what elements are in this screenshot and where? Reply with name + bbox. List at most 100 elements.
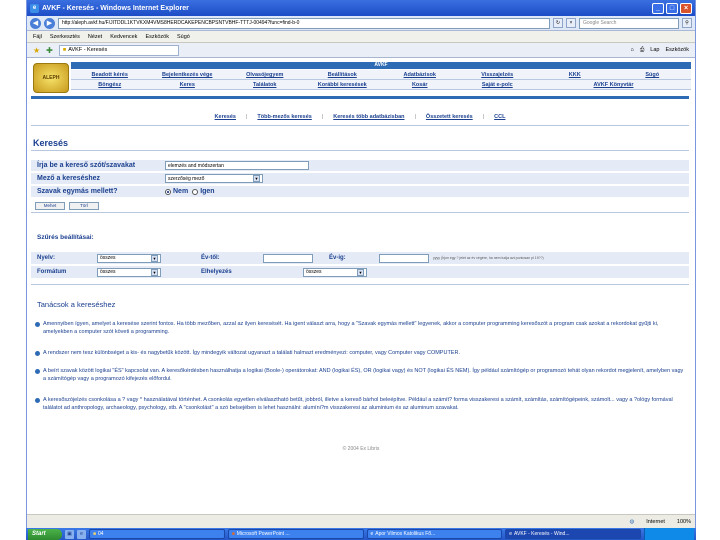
menu-item-file[interactable]: Fájl — [33, 34, 42, 40]
filters-title: Szűrés beállításai: — [37, 234, 94, 241]
field-value: szerzőség mező — [168, 175, 205, 182]
address-url: http://aleph.avkf.hu/F/JITDDL1KTVKXM4VMS… — [62, 20, 300, 26]
quicklaunch-icon[interactable]: ▣ — [65, 529, 74, 539]
tip-item: Amennyiben ígyen, amelyet a keresése sze… — [35, 320, 685, 336]
aleph-logo[interactable]: ALEPH — [33, 63, 69, 93]
form-divider — [31, 212, 689, 213]
year-to-input[interactable] — [379, 253, 429, 263]
language-select[interactable]: összes ▼ — [97, 253, 161, 263]
nav-talalatok[interactable]: Találatok — [226, 80, 304, 90]
format-select[interactable]: összes ▼ — [97, 267, 161, 277]
zoom-level[interactable]: 100% — [677, 519, 691, 525]
nav-beadott-keres[interactable]: Beadott kérés — [71, 70, 149, 80]
adjacent-no-label: Nem — [173, 188, 189, 195]
nav-sugo[interactable]: Súgó — [613, 70, 691, 80]
field-row: Mező a kereséshez szerzőség mező ▼ — [31, 173, 689, 184]
page-title: Keresés — [33, 138, 69, 148]
nav-visszajelzes[interactable]: Visszajelzés — [458, 70, 536, 80]
tip-text: A rendszer nem tesz különbséget a kis- é… — [43, 350, 460, 356]
banner-divider — [31, 96, 689, 99]
tips-title: Tanácsok a kereséshez — [37, 300, 116, 309]
search-icon[interactable]: ⚲ — [682, 18, 692, 28]
taskbar-item-apor[interactable]: e Apor Vilmos Katolikus Fő... — [366, 529, 503, 539]
subnav-tobb-adatbazis[interactable]: Keresés több adatbázisban — [333, 114, 404, 125]
tab-label: AVKF - Keresés — [68, 47, 108, 53]
home-icon[interactable]: ⌂ — [631, 47, 634, 54]
favorites-star-icon[interactable]: ★ — [33, 46, 40, 55]
subnav-osszetett[interactable]: Összetett keresés — [426, 114, 473, 125]
subnav-tobb-mezos[interactable]: Több-mezős keresés — [257, 114, 311, 125]
nav-beallitasok[interactable]: Beállítások — [303, 70, 381, 80]
start-button[interactable]: Start — [28, 528, 62, 540]
adjacent-yes-radio[interactable] — [192, 188, 199, 195]
forward-arrow-icon[interactable]: ▶ — [44, 17, 55, 29]
tip-text: Amennyiben ígyen, amelyet a keresése sze… — [43, 321, 659, 335]
field-select[interactable]: szerzőség mező ▼ — [165, 174, 263, 183]
subnav-kereses[interactable]: Keresés — [215, 114, 236, 125]
nav-olvasojegyem[interactable]: Olvasójegyem — [226, 70, 304, 80]
tools-menu[interactable]: Eszközök — [665, 47, 689, 54]
window-controls: _ □ × — [652, 2, 692, 14]
quicklaunch-icon[interactable]: e — [77, 529, 86, 539]
nav-avkf-konyvtar[interactable]: AVKF Könyvtár — [536, 80, 691, 90]
nav-kosar[interactable]: Kosár — [381, 80, 459, 90]
taskbar-item-folder[interactable]: ■ 04 — [89, 529, 225, 539]
back-arrow-icon[interactable]: ◀ — [30, 17, 41, 29]
taskbar-item-label: Apor Vilmos Katolikus Fő... — [375, 531, 436, 537]
taskbar-item-powerpoint[interactable]: ■ Microsoft PowerPoint ... — [227, 529, 364, 539]
tip-text: A beírt szavak között logikai "ÉS" kapcs… — [43, 368, 684, 382]
subnav-separator: | — [414, 114, 416, 120]
add-favorites-icon[interactable]: ✚ — [46, 46, 53, 55]
field-label: Mező a kereséshez — [37, 175, 101, 182]
menu-item-favorites[interactable]: Kedvencek — [110, 34, 137, 40]
subnav-separator: | — [245, 114, 248, 120]
status-zone: ◍ Internet 100% — [629, 519, 691, 525]
menu-item-edit[interactable]: Szerkesztés — [50, 34, 80, 40]
term-input[interactable]: elemzés and módszertan — [165, 161, 309, 170]
year-from-label: Év-től: — [201, 255, 220, 261]
title-bar[interactable]: e AVKF - Keresés - Windows Internet Expl… — [27, 0, 695, 16]
nav-keres[interactable]: Keres — [148, 80, 226, 90]
year-from-input[interactable] — [263, 253, 313, 263]
command-bar: ⌂ ⎙ Lap Eszközök — [631, 47, 689, 54]
stop-icon[interactable]: × — [566, 18, 576, 28]
location-select[interactable]: összes ▼ — [303, 267, 367, 277]
year-hint: yyyy (Írjon egy ? jelet az év végére, ha… — [433, 256, 544, 260]
menu-item-view[interactable]: Nézet — [88, 34, 102, 40]
term-value: elemzés and módszertan — [168, 162, 224, 169]
nav-korabbi-keresesek[interactable]: Korábbi keresések — [303, 80, 381, 90]
globe-icon: ◍ — [629, 518, 635, 525]
search-input[interactable]: Google Search — [579, 17, 679, 29]
year-to-label: Év-ig: — [329, 255, 346, 261]
format-value: összes — [100, 269, 116, 275]
adjacent-no-radio[interactable] — [165, 188, 171, 195]
menu-item-tools[interactable]: Eszközök — [145, 34, 169, 40]
taskbar-item-label: AVKF - Keresés - Wind... — [514, 531, 570, 537]
tab-row: ★ ✚ ■ AVKF - Keresés ⌂ ⎙ Lap Eszközök — [27, 43, 695, 58]
filter-divider — [31, 284, 689, 285]
nav-bongesz[interactable]: Böngész — [71, 80, 149, 90]
close-button[interactable]: × — [680, 2, 692, 14]
menu-item-help[interactable]: Súgó — [177, 34, 190, 40]
address-bar[interactable]: http://aleph.avkf.hu/F/JITDDL1KTVKXM4VMS… — [58, 17, 550, 29]
nav-kkk[interactable]: KKK — [536, 70, 614, 80]
term-row: Írja be a kereső szót/szavakat elemzés a… — [31, 160, 689, 171]
address-row: ◀ ▶ http://aleph.avkf.hu/F/JITDDL1KTVKXM… — [27, 16, 695, 31]
subnav-ccl[interactable]: CCL — [494, 114, 505, 125]
clear-button[interactable]: Törl — [69, 201, 99, 210]
nav-sajat-e-polc[interactable]: Saját e-polc — [458, 80, 536, 90]
tab-avkf-kereses[interactable]: ■ AVKF - Keresés — [58, 44, 179, 56]
nav-adatbazisok[interactable]: Adatbázisok — [381, 70, 459, 80]
nav-bejelentkezes-vege[interactable]: Bejelentkezés vége — [148, 70, 226, 80]
print-icon[interactable]: ⎙ — [640, 47, 644, 54]
page-menu[interactable]: Lap — [650, 47, 659, 54]
taskbar-item-avkf[interactable]: e AVKF - Keresés - Wind... — [505, 529, 641, 539]
maximize-button[interactable]: □ — [666, 2, 678, 14]
refresh-icon[interactable]: ↻ — [553, 18, 563, 28]
tip-item: A beírt szavak között logikai "ÉS" kapcs… — [35, 367, 685, 383]
submit-button[interactable]: Mehet — [35, 201, 65, 210]
copyright-footer: © 2004 Ex Libris — [342, 446, 380, 452]
taskbar-item-label: 04 — [98, 531, 104, 537]
minimize-button[interactable]: _ — [652, 2, 664, 14]
chevron-down-icon: ▼ — [151, 268, 158, 276]
